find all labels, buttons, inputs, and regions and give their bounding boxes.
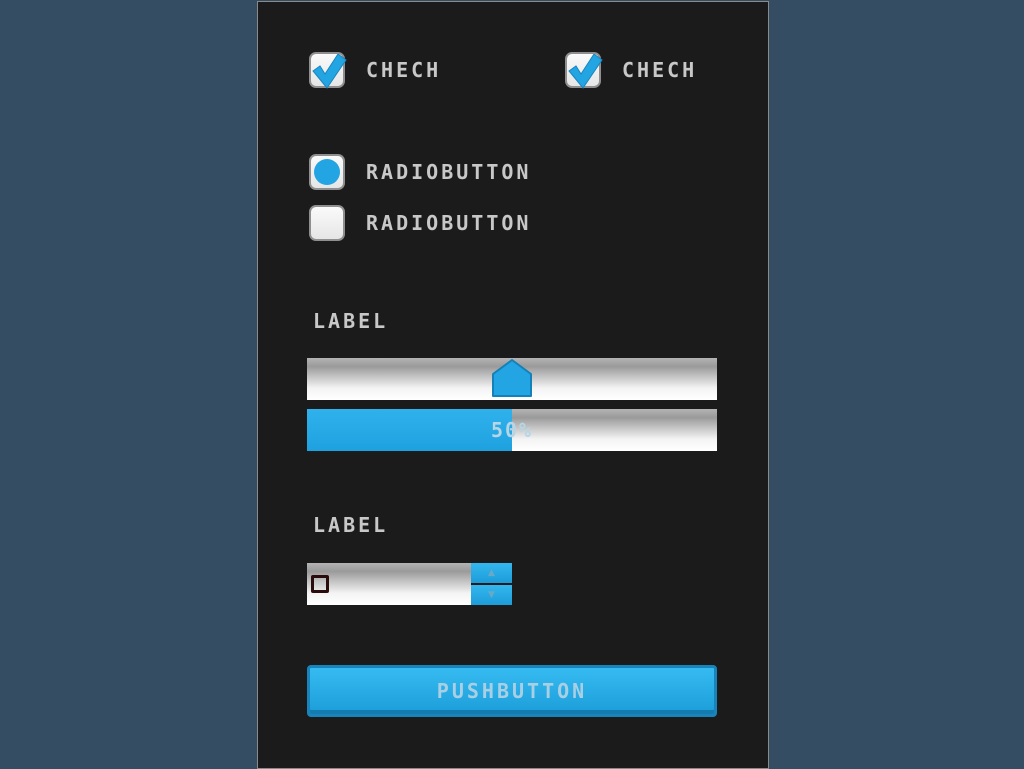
radio-button-1-label: RADIOBUTTON xyxy=(366,160,532,184)
radio-button-1[interactable] xyxy=(309,154,345,190)
slider-label: LABEL xyxy=(313,309,389,333)
radio-button-2-label: RADIOBUTTON xyxy=(366,211,532,235)
checkbox-1-label: CHECH xyxy=(366,58,442,82)
spinbox-label: LABEL xyxy=(313,513,389,537)
checkbox-1[interactable] xyxy=(309,52,347,89)
spinbox-down-button[interactable]: ▼ xyxy=(471,585,512,605)
radio-button-2[interactable] xyxy=(309,205,345,241)
push-button-label: PUSHBUTTON xyxy=(436,679,588,703)
checkmark-icon xyxy=(312,54,347,89)
spinbox-up-button[interactable]: ▲ xyxy=(471,563,512,583)
radio-selected-dot xyxy=(314,159,340,185)
spinbox-value: 0 xyxy=(311,575,329,593)
checkmark-icon xyxy=(568,54,603,89)
triangle-up-icon: ▲ xyxy=(488,568,495,578)
triangle-down-icon: ▼ xyxy=(488,590,495,600)
slider-handle[interactable] xyxy=(491,358,533,400)
progress-text: 50% xyxy=(490,418,534,442)
checkbox-2-label: CHECH xyxy=(622,58,698,82)
progress-bar: 50% xyxy=(307,409,717,451)
checkbox-2[interactable] xyxy=(565,52,603,89)
push-button[interactable]: PUSHBUTTON xyxy=(307,665,717,717)
slider-track[interactable] xyxy=(307,358,717,400)
spinbox-input[interactable]: 0 xyxy=(307,563,471,605)
